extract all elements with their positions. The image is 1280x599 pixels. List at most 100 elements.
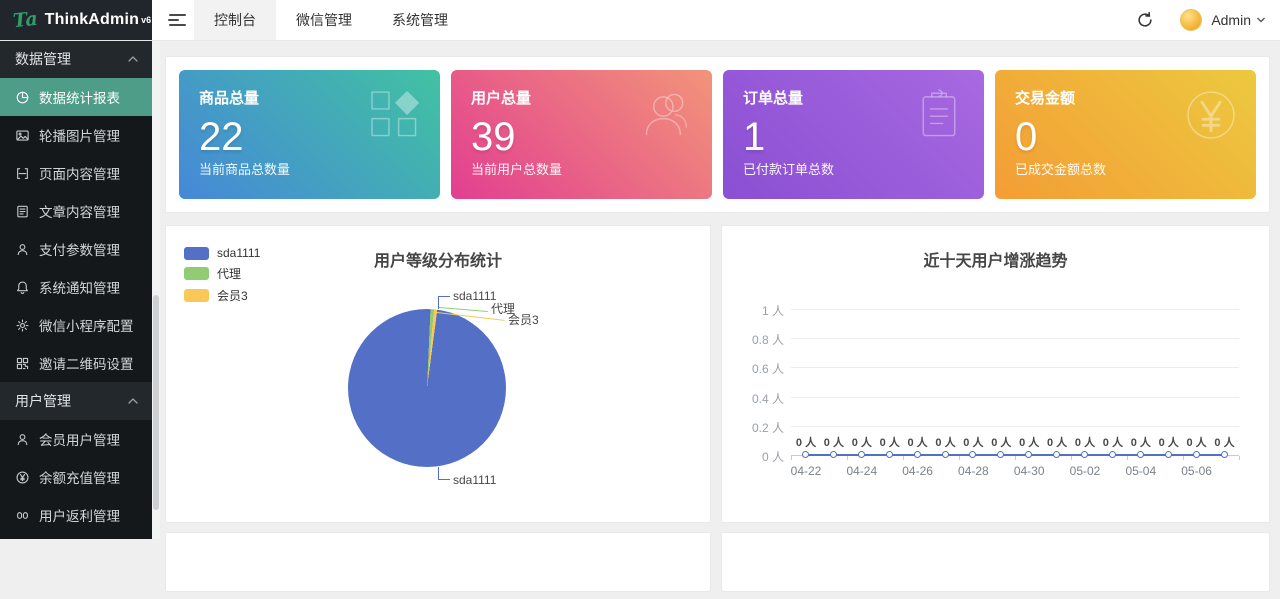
x-axis-tick [1015,456,1016,460]
sidebar-item-页面内容管理[interactable]: 页面内容管理 [0,154,152,192]
data-point-marker [1108,451,1116,458]
pie-leader-line [438,296,450,297]
y-axis-label: 0.6 人 [751,362,784,377]
rebate-icon [15,508,30,523]
sidebar-item-轮播图片管理[interactable]: 轮播图片管理 [0,116,152,154]
pie-slice-label: sda1111 [453,289,497,303]
users-icon [638,86,696,144]
sidebar-group-label: 数据管理 [15,51,71,67]
data-point-marker [969,451,977,458]
sidebar-item-用户返利管理[interactable]: 用户返利管理 [0,496,152,534]
legend-swatch [184,289,209,302]
stat-card-商品总量: 商品总量 22 当前商品总数量 [179,70,440,199]
tab-微信管理[interactable]: 微信管理 [276,0,372,40]
panel-partial-right [721,532,1270,592]
sidebar-item-支付参数管理[interactable]: 支付参数管理 [0,230,152,268]
data-point-marker [885,451,893,458]
x-axis-tick [791,456,792,460]
sidebar-item-label: 余额充值管理 [39,471,120,486]
y-axis-label: 0 人 [761,450,784,464]
sidebar-group-用户管理[interactable]: 用户管理 [0,382,152,420]
x-axis-label: 04-28 [958,464,989,478]
tab-系统管理[interactable]: 系统管理 [372,0,468,40]
sidebar-item-label: 文章内容管理 [39,205,120,220]
sidebar-item-数据统计报表[interactable]: 数据统计报表 [0,78,152,116]
clipboard-icon [910,86,968,144]
sidebar-group-数据管理[interactable]: 数据管理 [0,40,152,78]
grid-line [791,367,1239,369]
logo-version: v6 [141,15,152,25]
refresh-icon[interactable] [1136,11,1154,29]
legend-label: 会员3 [217,289,248,303]
grid-line [791,396,1239,398]
sidebar-item-微信小程序配置[interactable]: 微信小程序配置 [0,306,152,344]
x-axis-label: 05-04 [1125,464,1157,478]
sidebar-item-label: 支付参数管理 [39,243,120,258]
top-navbar: Ta ThinkAdmin v6 控制台 微信管理 系统管理 Admin [0,0,1280,41]
stat-caption: 已付款订单总数 [743,162,835,177]
tab-控制台[interactable]: 控制台 [194,0,276,40]
bell-icon [15,280,30,295]
x-axis-label: 05-06 [1181,464,1212,478]
menu-toggle-icon[interactable] [160,0,194,40]
data-point-marker [1025,451,1033,458]
grid-icon [366,86,424,144]
x-axis-tick [1239,456,1240,460]
sidebar-scrollbar[interactable] [152,40,160,539]
data-point-label: 0 人 [1214,437,1235,449]
sidebar-item-邀请二维码设置[interactable]: 邀请二维码设置 [0,344,152,382]
stat-card-交易金额: 交易金额 0 已成交金额总数 [995,70,1256,199]
stat-card-订单总量: 订单总量 1 已付款订单总数 [723,70,984,199]
logo-title: ThinkAdmin [44,11,140,28]
sidebar-item-label: 微信小程序配置 [39,319,134,334]
sidebar-item-文章内容管理[interactable]: 文章内容管理 [0,192,152,230]
x-axis-label: 04-26 [902,464,933,478]
sidebar-item-系统通知管理[interactable]: 系统通知管理 [0,268,152,306]
line-chart-plot: 0 人 0.2 人 0.4 人 0.6 人 0.8 人1 人0 人 04-22 0 人0 人… [722,226,1269,522]
chevron-down-icon[interactable] [1256,15,1266,25]
x-axis-tick [1127,456,1128,460]
logo-monogram: Ta [11,7,39,33]
header-right: Admin [1136,0,1280,40]
sidebar: 数据管理数据统计报表 轮播图片管理页面内容管理 文章内容管理 支付参数管理 系统通知管理… [0,40,152,539]
data-point-marker [1164,451,1172,458]
app-logo: Ta ThinkAdmin v6 [0,0,152,40]
sidebar-item-label: 用户返利管理 [39,509,120,524]
gear-icon [15,318,30,333]
data-point-marker [997,451,1005,458]
legend-item-会员3[interactable]: 会员3 [184,287,260,304]
y-axis-label: 0.2 人 [751,420,784,435]
pie-leader-line [438,479,450,480]
avatar[interactable] [1180,9,1203,31]
data-point-marker [1220,451,1228,458]
chart-icon [15,90,30,105]
scrollbar-thumb[interactable] [153,295,159,510]
sidebar-item-label: 系统通知管理 [39,281,120,296]
chevron-up-icon [128,398,138,404]
x-axis-label: 04-30 [1013,464,1045,478]
article-icon [15,204,30,219]
data-point-marker [1192,451,1200,458]
sidebar-item-label: 页面内容管理 [39,167,120,182]
sidebar-item-余额充值管理[interactable]: 余额充值管理 [0,458,152,496]
x-axis-tick [959,456,960,460]
sidebar-item-label: 会员用户管理 [39,433,120,448]
data-point-marker [941,451,949,458]
sidebar-item-会员用户管理[interactable]: 会员用户管理 [0,420,152,458]
data-point-marker [857,451,865,458]
yen-icon [15,470,30,485]
stat-caption: 当前用户总数量 [471,162,563,177]
x-axis-label: 04-22 [790,464,822,478]
user-menu[interactable]: Admin [1211,12,1251,28]
line-chart-panel: 近十天用户增涨趋势 0 人 0.2 人 0.4 人 0.6 人 0.8 人1 人0 人0… [721,225,1270,523]
x-axis-tick [847,456,848,460]
pie-slice-label: 会员3 [508,313,539,327]
stat-caption: 已成交金额总数 [1015,162,1107,177]
x-axis-tick [1183,456,1184,460]
data-point-marker [1053,451,1061,458]
pie-chart [348,309,506,467]
pie-chart-panel: sda1111 代理 会员3 用户等级分布统计 sda1111 代理 会员3 sda111… [165,225,711,523]
x-axis-label: 05-02 [1069,464,1101,478]
grid-line [791,309,1239,310]
data-point-marker [829,451,837,458]
